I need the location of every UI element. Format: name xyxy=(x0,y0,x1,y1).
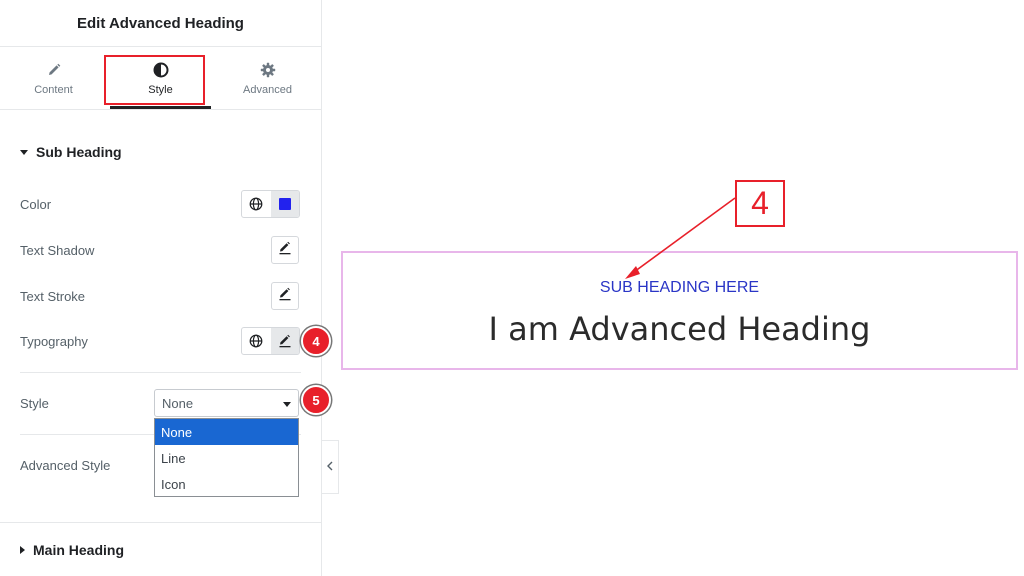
style-select-value: None xyxy=(162,395,194,411)
text-shadow-label: Text Shadow xyxy=(20,243,95,258)
collapse-panel-button[interactable] xyxy=(322,440,339,494)
step-badge-5: 5 xyxy=(301,385,331,415)
color-label: Color xyxy=(20,197,52,212)
typography-edit-button[interactable] xyxy=(270,328,299,354)
advanced-heading-widget[interactable]: SUB HEADING HERE I am Advanced Heading xyxy=(341,251,1018,370)
style-select[interactable]: None xyxy=(154,389,299,417)
typography-label: Typography xyxy=(20,334,88,349)
tab-content[interactable]: Content xyxy=(0,47,107,109)
pencil-icon xyxy=(278,241,292,260)
tab-style[interactable]: Style xyxy=(107,47,214,109)
typography-control xyxy=(241,327,300,355)
color-picker-button[interactable] xyxy=(270,191,299,217)
callout-number-box: 4 xyxy=(735,180,785,227)
tab-advanced-label: Advanced xyxy=(243,84,292,96)
dropdown-option-line[interactable]: Line xyxy=(155,445,298,471)
step-badge-4: 4 xyxy=(301,326,331,356)
pencil-icon xyxy=(278,287,292,306)
dropdown-option-none[interactable]: None xyxy=(155,419,298,445)
section-title: Sub Heading xyxy=(36,144,122,160)
main-heading-text: I am Advanced Heading xyxy=(488,310,871,348)
tab-advanced[interactable]: Advanced xyxy=(214,47,321,109)
pencil-icon xyxy=(47,60,61,80)
globe-icon[interactable] xyxy=(242,328,271,354)
text-stroke-label: Text Stroke xyxy=(20,289,86,304)
section-toggle-main-heading[interactable]: Main Heading xyxy=(20,542,124,558)
editor-panel: Edit Advanced Heading Content Style Adva… xyxy=(0,0,331,576)
chevron-left-icon xyxy=(327,458,333,476)
caret-right-icon xyxy=(20,546,25,554)
divider xyxy=(20,372,301,373)
section-toggle-sub-heading[interactable]: Sub Heading xyxy=(20,144,122,160)
active-tab-indicator xyxy=(110,106,211,109)
text-stroke-edit-button[interactable] xyxy=(271,282,299,310)
tab-content-label: Content xyxy=(34,84,73,96)
advanced-style-label: Advanced Style xyxy=(20,458,111,473)
dropdown-option-icon[interactable]: Icon xyxy=(155,471,298,497)
panel-title: Edit Advanced Heading xyxy=(77,14,244,32)
color-control xyxy=(241,190,300,218)
globe-icon[interactable] xyxy=(242,191,271,217)
chevron-down-icon xyxy=(283,402,291,407)
section-divider xyxy=(0,522,322,523)
text-shadow-edit-button[interactable] xyxy=(271,236,299,264)
section-title: Main Heading xyxy=(33,542,125,558)
tab-style-label: Style xyxy=(148,84,173,96)
caret-down-icon xyxy=(20,149,28,155)
contrast-icon xyxy=(153,60,169,80)
color-swatch xyxy=(278,198,291,210)
sub-heading-text: SUB HEADING HERE xyxy=(599,279,760,296)
style-label: Style xyxy=(20,396,49,411)
style-dropdown-list: None Line Icon xyxy=(154,418,299,497)
gear-icon xyxy=(260,60,276,80)
panel-tabs: Content Style Advanced xyxy=(0,47,321,110)
panel-header: Edit Advanced Heading xyxy=(0,0,321,47)
